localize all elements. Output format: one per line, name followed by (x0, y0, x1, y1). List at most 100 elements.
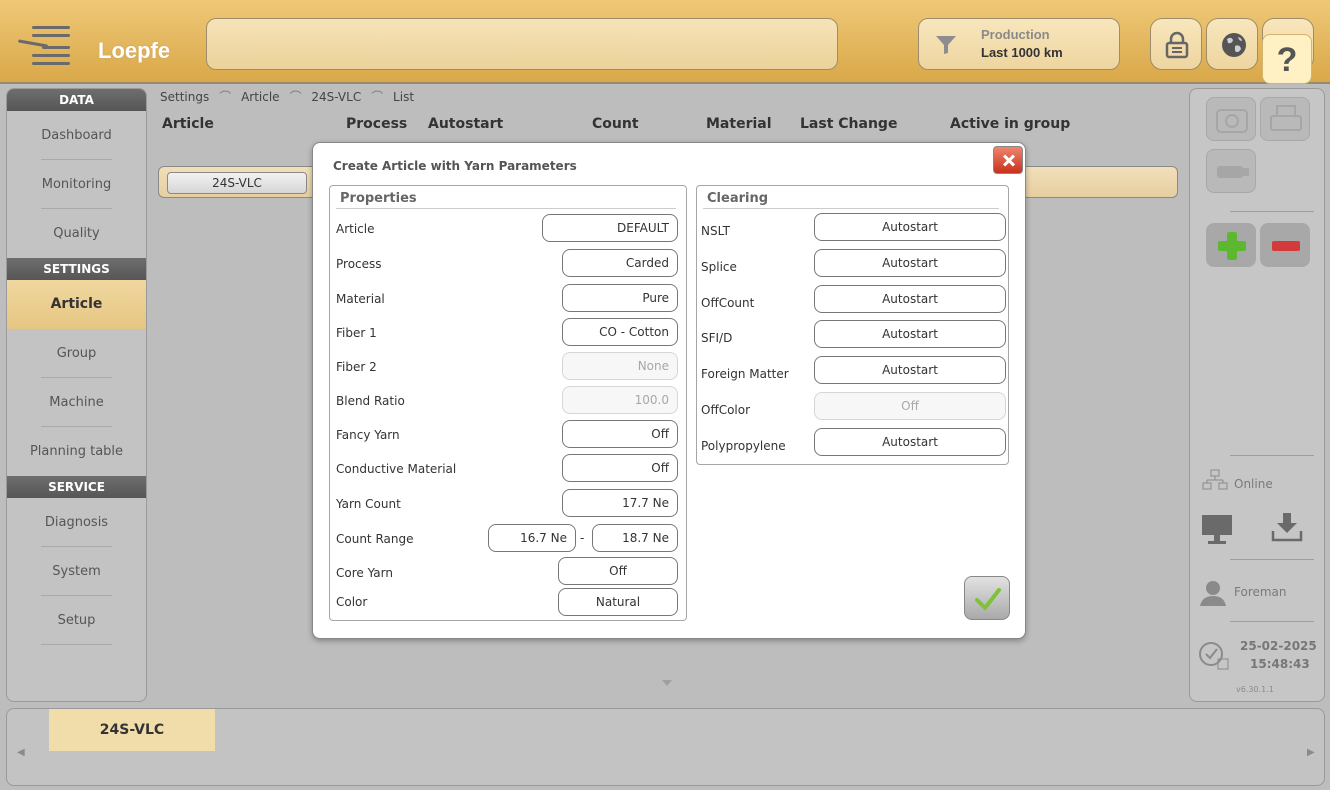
close-button[interactable] (993, 146, 1023, 174)
usb-button[interactable] (1206, 149, 1256, 193)
breadcrumb-list: List (393, 90, 415, 104)
minus-icon (1272, 241, 1300, 251)
offcolor-field: Off (814, 392, 1006, 420)
nav-section-data: DATA (7, 89, 146, 111)
dialog-title: Create Article with Yarn Parameters (333, 159, 577, 173)
current-time: 15:48:43 (1250, 657, 1310, 671)
logo: Loepfe (14, 16, 204, 72)
nav-item-setup[interactable]: Setup (7, 596, 146, 645)
article-label: Article (336, 222, 375, 236)
usb-stick-icon (1217, 166, 1249, 178)
breadcrumb-article[interactable]: Article (241, 90, 280, 104)
lock-button[interactable] (1150, 18, 1202, 70)
properties-title: Properties (340, 191, 417, 206)
fiber1-field[interactable]: CO - Cotton (562, 318, 678, 346)
offcolor-label: OffColor (701, 403, 751, 417)
add-button[interactable] (1206, 223, 1256, 267)
color-field[interactable]: Natural (558, 588, 678, 616)
print-button[interactable] (1260, 97, 1310, 141)
scroll-left-icon[interactable]: ◀ (17, 747, 25, 758)
column-material[interactable]: Material (706, 116, 772, 132)
splice-field[interactable]: Autostart (814, 249, 1006, 277)
article-field[interactable]: DEFAULT (542, 214, 678, 242)
camera-icon (1216, 109, 1248, 133)
connection-status: Online (1234, 477, 1273, 491)
polypropylene-field[interactable]: Autostart (814, 428, 1006, 456)
clearing-group: Clearing NSLT Autostart Splice Autostart… (696, 185, 1009, 465)
scroll-down-icon[interactable] (662, 680, 672, 686)
article-tab[interactable]: 24S-VLC (49, 709, 215, 751)
article-cell: 24S-VLC (167, 172, 307, 194)
fiber1-label: Fiber 1 (336, 326, 377, 340)
nav-item-system[interactable]: System (7, 547, 146, 596)
camera-button[interactable] (1206, 97, 1256, 141)
search-input[interactable] (206, 18, 838, 70)
nav-item-dashboard[interactable]: Dashboard (7, 111, 146, 160)
sfid-label: SFI/D (701, 331, 733, 345)
color-label: Color (336, 595, 368, 609)
nav-item-machine[interactable]: Machine (7, 378, 146, 427)
offcount-field[interactable]: Autostart (814, 285, 1006, 313)
nav-item-planning-table[interactable]: Planning table (7, 427, 146, 476)
column-count[interactable]: Count (592, 116, 639, 132)
breadcrumb-settings[interactable]: Settings (160, 90, 209, 104)
nav-item-monitoring[interactable]: Monitoring (7, 160, 146, 209)
count-range-separator: - (580, 531, 585, 545)
confirm-button[interactable] (964, 576, 1010, 620)
nav-item-group[interactable]: Group (7, 329, 146, 378)
clock-icon (1199, 642, 1229, 670)
scroll-right-icon[interactable]: ▶ (1307, 747, 1315, 758)
breadcrumb-separator-icon: ⌒ (289, 90, 302, 104)
user-role: Foreman (1234, 585, 1287, 599)
material-field[interactable]: Pure (562, 284, 678, 312)
column-active-in-group[interactable]: Active in group (950, 116, 1070, 132)
monitor-icon[interactable] (1200, 513, 1234, 545)
blend-ratio-field: 100.0 (562, 386, 678, 414)
foreign-matter-label: Foreign Matter (701, 367, 789, 381)
column-autostart[interactable]: Autostart (428, 116, 503, 132)
filter-range: Last 1000 km (981, 45, 1063, 60)
foreign-matter-field[interactable]: Autostart (814, 356, 1006, 384)
conductive-material-field[interactable]: Off (562, 454, 678, 482)
nav-item-diagnosis[interactable]: Diagnosis (7, 498, 146, 547)
sfid-field[interactable]: Autostart (814, 320, 1006, 348)
network-icon (1202, 469, 1228, 490)
language-button[interactable] (1206, 18, 1258, 70)
user-icon (1200, 581, 1226, 606)
column-last-change[interactable]: Last Change (800, 116, 897, 132)
globe-icon (1222, 33, 1246, 57)
count-range-max-field[interactable]: 18.7 Ne (592, 524, 678, 552)
nav-section-settings: SETTINGS (7, 258, 146, 280)
current-date: 25-02-2025 (1240, 639, 1317, 653)
breadcrumb-separator-icon: ⌒ (219, 90, 232, 104)
right-panel: Online Foreman 25-02-2025 15:48:43 v6.30… (1189, 88, 1325, 702)
nav-item-quality[interactable]: Quality (7, 209, 146, 258)
fancy-yarn-field[interactable]: Off (562, 420, 678, 448)
version-label: v6.30.1.1 (1236, 685, 1274, 694)
breadcrumb-separator-icon: ⌒ (371, 90, 384, 104)
nslt-label: NSLT (701, 224, 730, 238)
nav-section-service: SERVICE (7, 476, 146, 498)
nslt-field[interactable]: Autostart (814, 213, 1006, 241)
checkmark-icon (975, 588, 1001, 610)
offcount-label: OffCount (701, 296, 755, 310)
help-button[interactable]: ? (1262, 34, 1312, 84)
yarn-count-field[interactable]: 17.7 Ne (562, 489, 678, 517)
bottom-bar: ◀ 24S-VLC ▶ (6, 708, 1325, 786)
nav-item-article[interactable]: Article (7, 280, 146, 329)
logo-lines-icon (17, 22, 74, 70)
fiber2-field: None (562, 352, 678, 380)
core-yarn-field[interactable]: Off (558, 557, 678, 585)
lock-icon (1165, 31, 1189, 59)
download-icon[interactable] (1270, 511, 1304, 543)
breadcrumb: Settings ⌒ Article ⌒ 24S-VLC ⌒ List (160, 88, 418, 104)
splice-label: Splice (701, 260, 737, 274)
breadcrumb-article-name[interactable]: 24S-VLC (311, 90, 361, 104)
count-range-min-field[interactable]: 16.7 Ne (488, 524, 576, 552)
column-process[interactable]: Process (346, 116, 407, 132)
production-filter-button[interactable]: Production Last 1000 km (918, 18, 1120, 70)
remove-button[interactable] (1260, 223, 1310, 267)
column-article[interactable]: Article (162, 116, 214, 132)
core-yarn-label: Core Yarn (336, 566, 393, 580)
process-field[interactable]: Carded (562, 249, 678, 277)
